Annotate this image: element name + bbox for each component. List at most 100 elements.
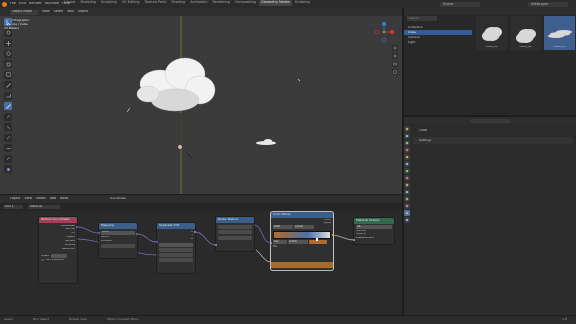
properties-search[interactable]: [470, 118, 510, 123]
from-instancer-checkbox[interactable]: [41, 258, 44, 262]
extrude-tool-icon[interactable]: [4, 112, 12, 121]
output-icon[interactable]: [404, 140, 410, 146]
node-separate-xyz[interactable]: Separate XYZ XYZ: [157, 223, 195, 273]
value-field-3[interactable]: [159, 257, 193, 262]
loopcut-tool-icon[interactable]: [4, 144, 12, 152]
tab-scripting[interactable]: Scripting: [293, 0, 312, 6]
object-field[interactable]: [50, 253, 67, 258]
viewport-menu-view[interactable]: View: [42, 10, 50, 13]
perspective-toggle-icon[interactable]: [392, 69, 398, 75]
mapping-location-label: Location: [101, 240, 112, 243]
physics-icon[interactable]: [404, 189, 410, 195]
texture-icon[interactable]: [404, 217, 410, 223]
navigation-gizmo[interactable]: [374, 22, 394, 42]
node-mapping[interactable]: Mapping Point Vector Location: [99, 223, 137, 258]
tab-rendering[interactable]: Rendering: [210, 0, 231, 6]
move-tool-icon[interactable]: [4, 39, 12, 47]
properties-section[interactable]: Settings: [413, 137, 573, 144]
noise-detail[interactable]: [218, 235, 252, 240]
knife-tool-icon[interactable]: [4, 154, 12, 163]
color-ramp-gradient[interactable]: [273, 230, 331, 241]
polybuild-tool-icon[interactable]: [4, 165, 12, 173]
texcoord-output-uv: UV: [71, 232, 75, 235]
outliner-list: Collection Cube Camera Light: [404, 25, 472, 45]
value-field-2[interactable]: [159, 252, 193, 257]
texcoord-output-camera: Camera: [64, 240, 75, 243]
value-field-1[interactable]: [159, 247, 193, 252]
select-tool-icon[interactable]: [4, 18, 12, 26]
transform-tool-icon[interactable]: [4, 70, 12, 79]
ramp-stop-handle[interactable]: [316, 237, 318, 241]
data-icon[interactable]: [404, 203, 410, 209]
constraints-icon[interactable]: [404, 196, 410, 202]
pan-icon[interactable]: [392, 53, 398, 59]
menu-edit[interactable]: Edit: [19, 2, 26, 7]
mode-selector[interactable]: Object Mode: [10, 9, 38, 15]
tab-modeling[interactable]: Modeling: [79, 0, 98, 6]
ramp-color-swatch[interactable]: [309, 240, 327, 245]
tool-icon[interactable]: [404, 126, 410, 132]
render-icon[interactable]: [404, 133, 410, 139]
node-noise-texture[interactable]: Noise Texture: [216, 217, 254, 251]
outliner-item-light[interactable]: Light: [404, 40, 472, 45]
scene-selector[interactable]: Scene: [440, 2, 480, 7]
tab-layout[interactable]: Layout: [62, 0, 78, 6]
tab-sculpting[interactable]: Sculpting: [99, 0, 119, 6]
from-instancer-label: From Instancer: [44, 258, 64, 261]
scene-icon[interactable]: [404, 154, 410, 160]
asset-thumbnail[interactable]: Cloud_02: [510, 16, 541, 50]
tab-geometry-nodes[interactable]: Geometry Nodes: [259, 0, 292, 6]
math-operation[interactable]: [159, 242, 193, 247]
ramp-pos-field[interactable]: 0.500: [288, 240, 308, 245]
asset-thumbnail[interactable]: Cloud_01: [476, 16, 507, 50]
view-layer-icon[interactable]: [404, 147, 410, 153]
noise-scale[interactable]: [218, 230, 252, 234]
ramp-interp-select[interactable]: Linear: [294, 225, 314, 230]
measure-tool-icon[interactable]: [4, 91, 12, 100]
viewport-menu-select[interactable]: Select: [54, 10, 64, 13]
menu-file[interactable]: File: [10, 2, 16, 7]
ramp-mode-select[interactable]: RGB: [273, 225, 293, 230]
viewlayer-selector[interactable]: ViewLayer: [528, 2, 568, 7]
inset-tool-icon[interactable]: [4, 123, 12, 131]
cloud-preview-icon: [547, 30, 572, 39]
rotate-tool-icon[interactable]: [4, 49, 12, 58]
camera-view-icon[interactable]: [392, 61, 398, 67]
asset-thumbnail[interactable]: Cloud_03: [544, 16, 575, 50]
tab-animation[interactable]: Animation: [188, 0, 209, 6]
node-material-output[interactable]: Material Output All Surface Volume Displac…: [354, 218, 394, 244]
object-icon[interactable]: [404, 168, 410, 174]
viewport-menu-object[interactable]: Object: [78, 10, 88, 13]
menu-window[interactable]: Window: [45, 2, 59, 7]
noise-dimension[interactable]: [218, 224, 252, 229]
blender-logo-icon[interactable]: [2, 1, 7, 7]
location-field[interactable]: [101, 244, 135, 249]
scale-tool-icon[interactable]: [4, 60, 12, 68]
tab-uv-editing[interactable]: UV Editing: [120, 0, 142, 6]
annotate-tool-icon[interactable]: [4, 81, 12, 89]
world-icon[interactable]: [404, 161, 410, 167]
mapping-vector-socket: Vector: [101, 236, 110, 238]
separate-output-x: X: [191, 230, 193, 233]
modifier-icon[interactable]: [404, 175, 410, 181]
outliner-search[interactable]: Search: [407, 16, 437, 21]
output-target-select[interactable]: All: [356, 225, 392, 229]
texcoord-output-object: Object: [66, 236, 75, 239]
tab-shading[interactable]: Shading: [169, 0, 187, 6]
cloud-preview-icon: [481, 27, 502, 42]
mapping-type-select[interactable]: Point: [101, 230, 135, 235]
add-cube-tool-icon[interactable]: [4, 102, 12, 110]
viewport-menu-add[interactable]: Add: [67, 10, 73, 13]
cursor-tool-icon[interactable]: [4, 28, 12, 37]
properties-section-label: Settings: [419, 139, 432, 142]
3d-viewport[interactable]: [0, 8, 402, 194]
node-texture-coordinate[interactable]: Texture Coordinate Generated Normal UV Obje…: [39, 217, 77, 283]
tab-compositing[interactable]: Compositing: [233, 0, 258, 6]
menu-render[interactable]: Render: [29, 2, 42, 7]
zoom-icon[interactable]: [392, 45, 398, 51]
tab-texture-paint[interactable]: Texture Paint: [143, 0, 169, 6]
tool-shelf: [4, 18, 12, 173]
particles-icon[interactable]: [404, 182, 410, 188]
material-icon[interactable]: [404, 210, 410, 216]
bevel-tool-icon[interactable]: [4, 133, 12, 142]
